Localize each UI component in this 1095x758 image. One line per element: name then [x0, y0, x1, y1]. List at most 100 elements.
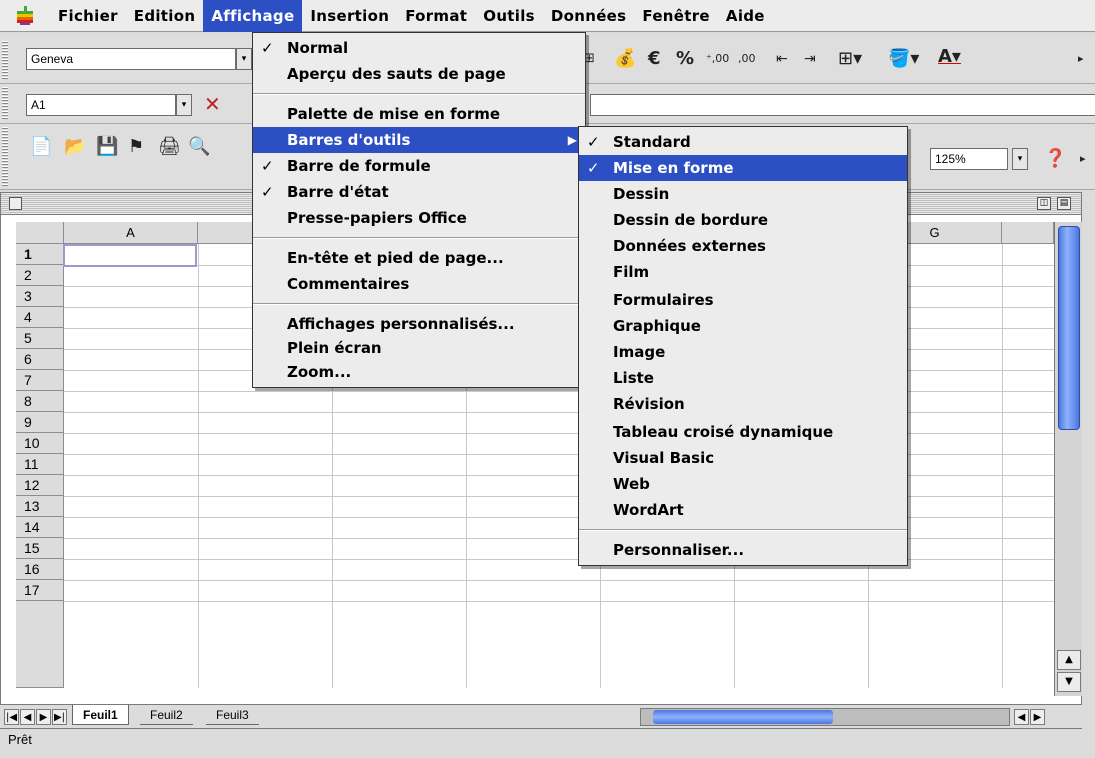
formula-grip[interactable] [2, 87, 8, 120]
submenu-item-visual-basic[interactable]: Visual Basic [579, 445, 907, 471]
fill-color-icon[interactable]: 🪣▾ [888, 48, 919, 70]
prev-sheet-icon[interactable]: ◀ [20, 709, 35, 725]
menu-item-normal[interactable]: ✓ Normal [253, 35, 585, 61]
sheet-tab-feuil2[interactable]: Feuil2 [140, 705, 193, 725]
menu-item-apercu-sauts[interactable]: Aperçu des sauts de page [253, 61, 585, 87]
column-header[interactable]: A [64, 222, 198, 244]
row-header[interactable]: 5 [16, 328, 64, 349]
submenu-item-donnees-externes[interactable]: Données externes [579, 233, 907, 259]
decrease-decimal-icon[interactable]: ,00 [738, 48, 756, 70]
menu-item-zoom[interactable]: Zoom... [253, 359, 585, 385]
active-cell-a1[interactable] [63, 244, 197, 267]
submenu-item-tableau-croise[interactable]: Tableau croisé dynamique [579, 419, 907, 445]
row-header[interactable]: 2 [16, 265, 64, 286]
menu-item-barres-outils[interactable]: Barres d'outils ▶ [253, 127, 585, 153]
menu-item-commentaires[interactable]: Commentaires [253, 271, 585, 297]
submenu-item-dessin[interactable]: Dessin [579, 181, 907, 207]
row-header[interactable]: 17 [16, 580, 64, 601]
row-header[interactable]: 1 [16, 244, 64, 265]
decrease-indent-icon[interactable]: ⇤ [776, 48, 788, 70]
percent-icon[interactable]: % [676, 48, 694, 70]
menu-aide[interactable]: Aide [718, 0, 773, 32]
row-header[interactable]: 4 [16, 307, 64, 328]
submenu-item-revision[interactable]: Révision [579, 391, 907, 417]
row-header[interactable]: 11 [16, 454, 64, 475]
row-header[interactable]: 6 [16, 349, 64, 370]
toolbar-grip[interactable] [2, 41, 8, 80]
font-color-icon[interactable]: A▾ [938, 46, 961, 68]
submenu-item-wordart[interactable]: WordArt [579, 497, 907, 523]
font-dropdown-button[interactable]: ▾ [236, 48, 252, 70]
row-header[interactable]: 15 [16, 538, 64, 559]
menu-item-barre-formule[interactable]: ✓ Barre de formule [253, 153, 585, 179]
standard-grip[interactable] [2, 127, 8, 186]
row-header[interactable]: 16 [16, 559, 64, 580]
print-preview-icon[interactable]: 🔍 [188, 136, 210, 158]
submenu-item-mise-en-forme[interactable]: ✓ Mise en forme [579, 155, 907, 181]
vertical-scrollbar[interactable]: ▲ ▼ [1054, 222, 1082, 696]
cancel-icon[interactable]: ✕ [204, 93, 221, 115]
next-sheet-icon[interactable]: ▶ [36, 709, 51, 725]
scroll-left-arrow-icon[interactable]: ◀ [1014, 709, 1029, 725]
menu-fenetre[interactable]: Fenêtre [634, 0, 718, 32]
row-header[interactable]: 14 [16, 517, 64, 538]
row-header[interactable]: 8 [16, 391, 64, 412]
menu-insertion[interactable]: Insertion [302, 0, 397, 32]
submenu-item-film[interactable]: Film [579, 259, 907, 285]
menu-item-entete-pied[interactable]: En-tête et pied de page... [253, 245, 585, 271]
scroll-down-arrow-icon[interactable]: ▼ [1057, 672, 1081, 692]
zoom-box-icon[interactable]: ◫ [1037, 197, 1051, 210]
submenu-item-formulaires[interactable]: Formulaires [579, 287, 907, 313]
menu-item-presse-papiers[interactable]: Presse-papiers Office [253, 205, 585, 231]
submenu-item-standard[interactable]: ✓ Standard [579, 129, 907, 155]
close-box-icon[interactable] [9, 197, 22, 210]
help-icon[interactable]: ❓ [1044, 148, 1066, 170]
borders-icon[interactable]: ⊞▾ [838, 48, 862, 70]
horizontal-scroll-thumb[interactable] [653, 710, 833, 724]
zoom-field[interactable]: 125% [930, 148, 1008, 170]
select-all-corner[interactable] [16, 222, 64, 244]
apple-menu-icon[interactable] [0, 0, 50, 32]
submenu-item-image[interactable]: Image [579, 339, 907, 365]
last-sheet-icon[interactable]: ▶| [52, 709, 67, 725]
euro-icon[interactable]: € [648, 48, 661, 70]
row-header[interactable]: 3 [16, 286, 64, 307]
name-box-dropdown[interactable]: ▾ [176, 94, 192, 116]
submenu-item-web[interactable]: Web [579, 471, 907, 497]
formula-input[interactable] [590, 94, 1095, 116]
sheet-tab-feuil1[interactable]: Feuil1 [72, 705, 129, 725]
row-header[interactable]: 10 [16, 433, 64, 454]
submenu-item-graphique[interactable]: Graphique [579, 313, 907, 339]
menu-item-plein-ecran[interactable]: Plein écran [253, 335, 585, 361]
standard-more-icon[interactable]: ▸ [1080, 148, 1086, 170]
menu-item-palette[interactable]: Palette de mise en forme [253, 101, 585, 127]
vertical-scroll-thumb[interactable] [1058, 226, 1080, 430]
submenu-item-dessin-bordure[interactable]: Dessin de bordure [579, 207, 907, 233]
menu-item-barre-etat[interactable]: ✓ Barre d'état [253, 179, 585, 205]
column-header[interactable] [1002, 222, 1054, 244]
collapse-box-icon[interactable]: ▤ [1057, 197, 1071, 210]
zoom-dropdown[interactable]: ▾ [1012, 148, 1028, 170]
open-icon[interactable]: 📂 [64, 136, 86, 158]
horizontal-scrollbar[interactable] [640, 708, 1010, 726]
row-header[interactable]: 12 [16, 475, 64, 496]
scroll-right-arrow-icon[interactable]: ▶ [1030, 709, 1045, 725]
menu-outils[interactable]: Outils [475, 0, 543, 32]
font-name-field[interactable]: Geneva [26, 48, 236, 70]
increase-indent-icon[interactable]: ⇥ [804, 48, 816, 70]
increase-decimal-icon[interactable]: ⁺,00 [706, 48, 729, 70]
row-header[interactable]: 13 [16, 496, 64, 517]
menu-edition[interactable]: Edition [126, 0, 204, 32]
new-document-icon[interactable]: 📄 [30, 136, 52, 158]
flag-icon[interactable]: ⚑ [128, 136, 144, 158]
toolbar-more-icon[interactable]: ▸ [1078, 48, 1084, 70]
first-sheet-icon[interactable]: |◀ [4, 709, 19, 725]
row-header[interactable]: 9 [16, 412, 64, 433]
print-icon[interactable]: 🖨 [158, 136, 181, 158]
sheet-tab-feuil3[interactable]: Feuil3 [206, 705, 259, 725]
menu-format[interactable]: Format [397, 0, 475, 32]
name-box[interactable]: A1 [26, 94, 176, 116]
row-header[interactable]: 7 [16, 370, 64, 391]
menu-item-affichages-perso[interactable]: Affichages personnalisés... [253, 311, 585, 337]
menu-fichier[interactable]: Fichier [50, 0, 126, 32]
